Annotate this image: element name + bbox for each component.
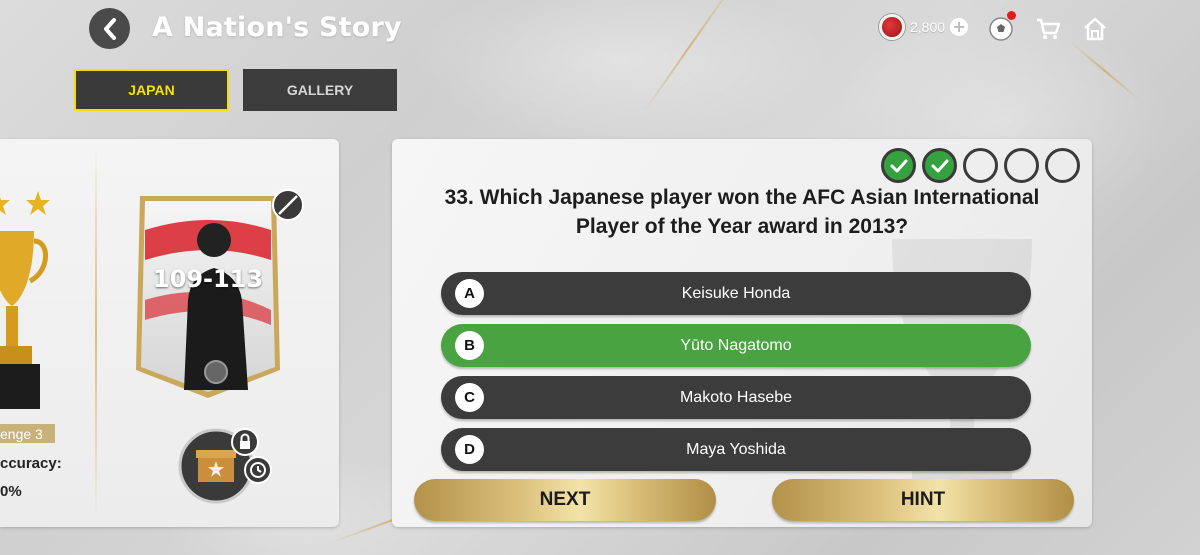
card-frame [136, 196, 280, 398]
next-button[interactable]: NEXT [414, 479, 716, 521]
coin-icon [879, 14, 905, 40]
progress-dot-correct [922, 148, 957, 183]
home-icon [1084, 17, 1106, 41]
accuracy-value: 0% [0, 483, 22, 500]
add-currency-button[interactable]: + [950, 18, 969, 36]
answer-text: Maya Yoshida [686, 440, 786, 458]
cart-icon [1037, 18, 1061, 39]
currency-display[interactable]: 2,800 + [879, 14, 969, 40]
challenge-label: enge 3 [0, 424, 55, 443]
lock-icon [231, 428, 259, 456]
answer-option-d[interactable]: D Maya Yoshida [441, 428, 1031, 471]
trophy-watermark [892, 239, 1032, 509]
answer-letter: B [455, 331, 484, 360]
answer-option-b[interactable]: B Yūto Nagatomo [441, 324, 1031, 367]
untradeable-icon [272, 189, 304, 221]
answer-option-c[interactable]: C Makoto Hasebe [441, 376, 1031, 419]
panel-divider [95, 145, 97, 521]
currency-amount: 2,800 [910, 19, 946, 35]
trophy-icon [0, 191, 50, 409]
store-button[interactable] [1033, 14, 1063, 44]
ball-button[interactable] [986, 11, 1016, 44]
answer-letter: C [455, 383, 484, 412]
answer-option-a[interactable]: A Keisuke Honda [441, 272, 1031, 315]
question-text: 33. Which Japanese player won the AFC As… [444, 186, 1040, 238]
back-button[interactable] [89, 8, 130, 49]
gold-vein [1069, 41, 1141, 101]
tab-japan[interactable]: JAPAN [74, 69, 229, 111]
check-icon [931, 159, 948, 172]
rating-range: 109-113 [152, 265, 264, 293]
answer-letter: A [455, 279, 484, 308]
tab-gallery[interactable]: GALLERY [243, 69, 397, 111]
progress-dot-empty [1045, 148, 1080, 183]
progress-dot-empty [963, 148, 998, 183]
answer-letter: D [455, 435, 484, 464]
gold-vein [643, 0, 737, 113]
accuracy-label: ccuracy: [0, 455, 62, 472]
hint-button[interactable]: HINT [772, 479, 1074, 521]
progress-dot-correct [881, 148, 916, 183]
page-title: A Nation's Story [152, 12, 402, 43]
answer-text: Makoto Hasebe [679, 388, 793, 406]
quiz-panel: 33. Which Japanese player won the AFC As… [392, 139, 1092, 527]
answer-text: Yūto Nagatomo [680, 336, 792, 354]
chevron-left-icon [103, 17, 116, 40]
player-card[interactable]: 109-113 [130, 190, 286, 402]
check-icon [890, 159, 907, 172]
progress-indicator [881, 148, 1080, 183]
home-button[interactable] [1080, 14, 1110, 44]
answer-text: Keisuke Honda [681, 284, 791, 302]
progress-dot-empty [1004, 148, 1039, 183]
clock-icon [244, 456, 272, 484]
notification-dot [1007, 11, 1016, 20]
